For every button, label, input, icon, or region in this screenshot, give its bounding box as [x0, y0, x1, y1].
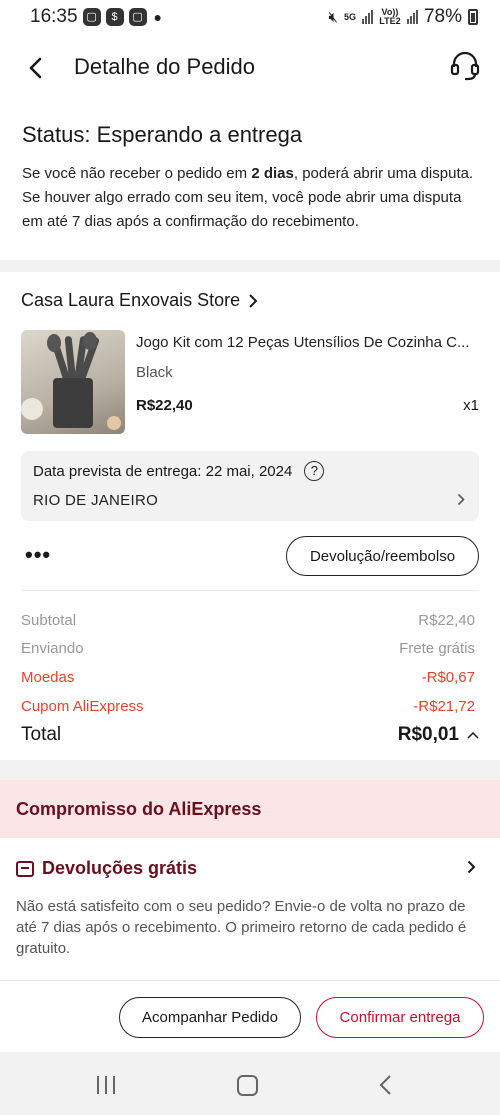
free-returns-description: Não está satisfeito com o seu pedido? En…: [16, 898, 467, 957]
page-header: Detalhe do Pedido: [0, 34, 500, 102]
product-image[interactable]: [21, 330, 125, 434]
total-row[interactable]: Total R$0,01: [21, 724, 479, 746]
free-returns-title: Devoluções grátis: [42, 858, 198, 878]
headset-support-icon[interactable]: [450, 50, 480, 82]
battery-icon: [468, 9, 478, 25]
return-icon: [16, 860, 34, 877]
coupon-label: Cupom AliExpress: [21, 698, 144, 715]
coins-label: Moedas: [21, 669, 75, 686]
status-bar: 16:35 ▢ $ ▢ ● 🔇︎ 5G Vo)) LTE2 78%: [0, 0, 500, 34]
more-options-button[interactable]: •••: [25, 542, 51, 568]
back-arrow-icon[interactable]: [22, 54, 50, 82]
bottom-action-bar: Acompanhar Pedido Confirmar entrega: [0, 980, 500, 1052]
coins-row: Moedas -R$0,67: [21, 669, 475, 686]
divider: [21, 590, 479, 591]
help-question-icon[interactable]: ?: [304, 461, 325, 481]
shipping-value: Frete grátis: [399, 640, 475, 657]
back-icon[interactable]: [378, 1074, 392, 1096]
order-card: Casa Laura Enxovais Store Jogo Kit com 1…: [0, 272, 500, 760]
app-notification-icon: ▢: [128, 8, 147, 26]
chevron-right-icon: [457, 493, 465, 506]
status-desc-prefix: Se você não receber o pedido em: [22, 165, 252, 182]
order-status-title: Status: Esperando a entrega: [22, 122, 303, 147]
free-returns-section[interactable]: Devoluções grátis Não está satisfeito co…: [0, 838, 500, 980]
home-icon[interactable]: [237, 1075, 258, 1096]
chevron-right-icon[interactable]: [467, 860, 476, 874]
recent-apps-icon[interactable]: [97, 1076, 115, 1094]
coupon-value: -R$21,72: [413, 698, 475, 715]
return-refund-button[interactable]: Devolução/reembolso: [286, 536, 479, 576]
page-title: Detalhe do Pedido: [74, 54, 256, 79]
confirm-delivery-button[interactable]: Confirmar entrega: [316, 997, 484, 1038]
status-card: Status: Esperando a entrega Se você não …: [0, 102, 500, 260]
delivery-city: RIO DE JANEIRO: [33, 492, 159, 509]
subtotal-label: Subtotal: [21, 612, 77, 629]
product-price: R$22,40: [136, 397, 193, 414]
mute-icon: 🔇︎: [328, 8, 338, 26]
status-time: 16:35: [30, 6, 78, 27]
volte-label: Vo)) LTE2: [379, 7, 401, 26]
delivery-info[interactable]: Data prevista de entrega: 22 mai, 2024 ?…: [21, 451, 479, 521]
app-notification-icon: ▢: [82, 8, 101, 26]
total-value: R$0,01: [397, 724, 459, 745]
product-quantity: x1: [463, 397, 479, 414]
signal-icon: [406, 10, 418, 24]
battery-percent: 78%: [423, 6, 462, 27]
commitment-header: Compromisso do AliExpress: [0, 780, 500, 838]
track-order-button[interactable]: Acompanhar Pedido: [119, 997, 301, 1038]
chevron-up-icon[interactable]: [467, 731, 479, 739]
coins-value: -R$0,67: [421, 669, 475, 686]
subtotal-row: Subtotal R$22,40: [21, 612, 475, 629]
coupon-row: Cupom AliExpress -R$21,72: [21, 698, 475, 715]
shipping-label: Enviando: [21, 640, 84, 657]
product-name[interactable]: Jogo Kit com 12 Peças Utensílios De Cozi…: [136, 334, 480, 351]
network-type-label: 5G: [343, 11, 356, 22]
store-name: Casa Laura Enxovais Store: [21, 290, 241, 310]
subtotal-value: R$22,40: [418, 612, 475, 629]
shipping-row: Enviando Frete grátis: [21, 640, 475, 657]
store-link[interactable]: Casa Laura Enxovais Store: [21, 290, 258, 311]
delivery-date-label: Data prevista de entrega: 22 mai, 2024: [33, 462, 293, 480]
app-notification-icon: $: [105, 8, 124, 26]
signal-icon: [361, 10, 373, 24]
product-variant: Black: [136, 364, 173, 381]
status-desc-deadline: 2 dias: [251, 165, 294, 182]
chevron-right-icon: [249, 293, 258, 308]
system-nav-bar: [0, 1052, 500, 1115]
status-description: Se você não receber o pedido em 2 dias, …: [22, 162, 478, 234]
more-notifications-icon: ●: [153, 9, 163, 25]
total-label: Total: [21, 724, 62, 745]
